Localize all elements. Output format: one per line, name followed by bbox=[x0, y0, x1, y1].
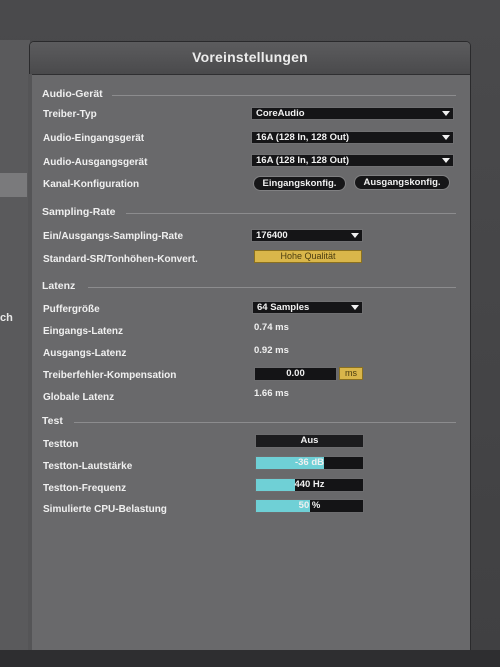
section-divider bbox=[112, 95, 456, 96]
background-selected-item[interactable] bbox=[0, 173, 27, 197]
cpu-load-value: 50 % bbox=[298, 500, 321, 511]
chevron-down-icon bbox=[351, 305, 359, 310]
tone-frequency-value: 440 Hz bbox=[294, 479, 325, 490]
section-title-test: Test bbox=[42, 415, 63, 427]
output-config-button[interactable]: Ausgangskonfig. bbox=[354, 175, 450, 190]
output-device-label: Audio-Ausgangsgerät bbox=[43, 157, 148, 168]
screen: ch Voreinstellungen Audio-Gerät Treiber-… bbox=[0, 0, 500, 667]
section-title-sample-rate: Sampling-Rate bbox=[42, 206, 116, 218]
chevron-down-icon bbox=[442, 158, 450, 163]
tone-frequency-label: Testton-Frequenz bbox=[43, 483, 127, 494]
global-latency-value: 1.66 ms bbox=[254, 388, 289, 399]
channel-config-label: Kanal-Konfiguration bbox=[43, 179, 140, 190]
background-browser-panel: ch bbox=[0, 40, 30, 667]
section-divider bbox=[74, 422, 456, 423]
window-title: Voreinstellungen bbox=[192, 49, 308, 65]
input-device-label: Audio-Eingangsgerät bbox=[43, 133, 145, 144]
test-tone-toggle[interactable]: Aus bbox=[255, 434, 364, 448]
chevron-down-icon bbox=[442, 111, 450, 116]
test-tone-label: Testton bbox=[43, 439, 79, 450]
input-device-value: 16A (128 In, 128 Out) bbox=[256, 132, 350, 143]
tone-volume-value: -36 dB bbox=[294, 457, 325, 468]
cpu-load-label: Simulierte CPU-Belastung bbox=[43, 504, 167, 515]
output-device-value: 16A (128 In, 128 Out) bbox=[256, 155, 350, 166]
section-divider bbox=[88, 287, 456, 288]
driver-error-comp-label: Treiberfehler-Kompensation bbox=[43, 370, 177, 381]
io-sample-rate-dropdown[interactable]: 176400 bbox=[251, 229, 363, 242]
input-device-dropdown[interactable]: 16A (128 In, 128 Out) bbox=[251, 131, 454, 144]
default-sr-label: Standard-SR/Tonhöhen-Konvert. bbox=[43, 254, 198, 265]
background-text-fragment: ch bbox=[0, 312, 13, 324]
window-edge bbox=[28, 74, 32, 667]
output-latency-value: 0.92 ms bbox=[254, 345, 289, 356]
chevron-down-icon bbox=[351, 233, 359, 238]
tone-volume-label: Testton-Lautstärke bbox=[43, 461, 133, 472]
driver-type-label: Treiber-Typ bbox=[43, 109, 97, 120]
section-title-audio-device: Audio-Gerät bbox=[42, 88, 103, 100]
output-device-dropdown[interactable]: 16A (128 In, 128 Out) bbox=[251, 154, 454, 167]
tone-volume-slider[interactable]: -36 dB bbox=[255, 456, 364, 470]
global-latency-label: Globale Latenz bbox=[43, 392, 115, 403]
buffer-size-value: 64 Samples bbox=[257, 302, 310, 313]
buffer-size-label: Puffergröße bbox=[43, 304, 100, 315]
input-latency-label: Eingangs-Latenz bbox=[43, 326, 124, 337]
io-sample-rate-value: 176400 bbox=[256, 230, 288, 241]
driver-error-comp-input[interactable]: 0.00 bbox=[254, 367, 337, 381]
cpu-load-slider[interactable]: 50 % bbox=[255, 499, 364, 513]
input-latency-value: 0.74 ms bbox=[254, 322, 289, 333]
window-titlebar[interactable]: Voreinstellungen bbox=[30, 42, 470, 75]
driver-type-value: CoreAudio bbox=[256, 108, 305, 119]
preferences-window: Voreinstellungen Audio-Gerät Treiber-Typ… bbox=[28, 42, 470, 667]
output-latency-label: Ausgangs-Latenz bbox=[43, 348, 127, 359]
chevron-down-icon bbox=[442, 135, 450, 140]
section-divider bbox=[126, 213, 456, 214]
tone-frequency-slider[interactable]: 440 Hz bbox=[255, 478, 364, 492]
default-sr-quality-toggle[interactable]: Hohe Qualität bbox=[254, 250, 362, 263]
driver-error-comp-unit: ms bbox=[339, 367, 363, 380]
driver-type-dropdown[interactable]: CoreAudio bbox=[251, 107, 454, 120]
section-title-latency: Latenz bbox=[42, 280, 76, 292]
io-sample-rate-label: Ein/Ausgangs-Sampling-Rate bbox=[43, 231, 184, 242]
bottom-bar bbox=[0, 650, 500, 667]
input-config-button[interactable]: Eingangskonfig. bbox=[253, 176, 346, 191]
buffer-size-dropdown[interactable]: 64 Samples bbox=[252, 301, 363, 314]
